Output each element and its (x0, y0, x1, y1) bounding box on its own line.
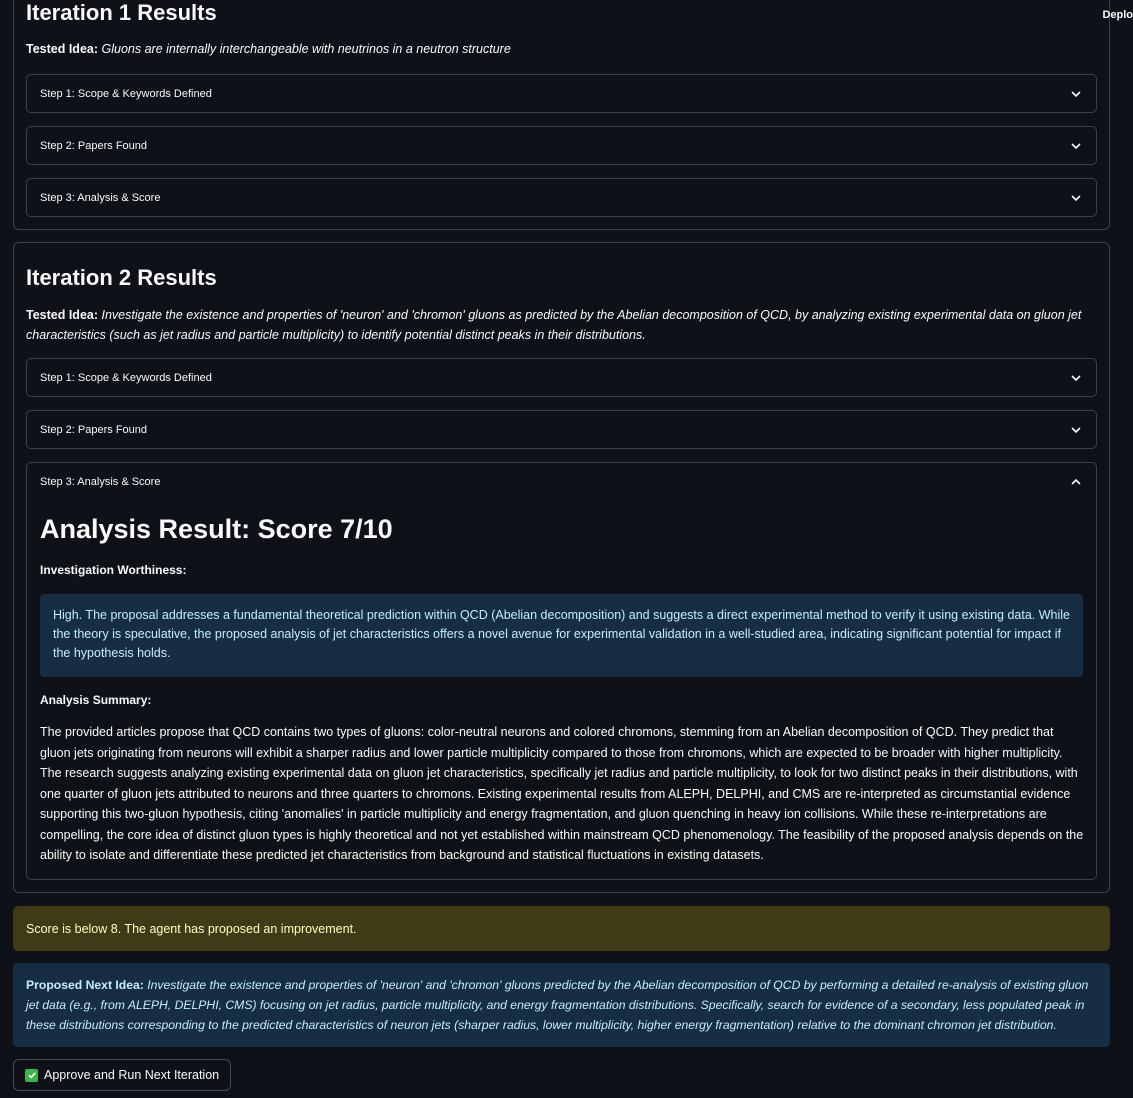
tested-idea-label: Tested Idea: (26, 42, 99, 56)
iteration-2-tested-idea: Tested Idea: Investigate the existence a… (26, 305, 1095, 345)
iteration-2-title: Iteration 2 Results (26, 265, 217, 290)
chevron-down-icon (1071, 142, 1081, 149)
worthiness-label: Investigation Worthiness: (40, 563, 187, 577)
expander-header[interactable]: Step 3: Analysis & Score (27, 179, 1096, 216)
expander-label: Step 3: Analysis & Score (40, 191, 161, 204)
analysis-result-title: Analysis Result: Score 7/10 (40, 514, 393, 544)
approve-button-label: Approve and Run Next Iteration (44, 1068, 220, 1082)
iteration-1-step-3-expander: Step 3: Analysis & Score (26, 178, 1097, 217)
expander-header[interactable]: Step 2: Papers Found (27, 411, 1096, 448)
tested-idea-label: Tested Idea: (26, 308, 99, 322)
worthiness-info-box: High. The proposal addresses a fundament… (40, 594, 1083, 677)
expander-label: Step 1: Scope & Keywords Defined (40, 87, 212, 100)
warning-text: Score is below 8. The agent has proposed… (26, 921, 357, 936)
expander-header[interactable]: Step 3: Analysis & Score (27, 463, 1096, 500)
iteration-1-title: Iteration 1 Results (26, 0, 217, 25)
tested-idea-text: Investigate the existence and properties… (26, 308, 1082, 342)
iteration-1-step-1-expander: Step 1: Scope & Keywords Defined (26, 74, 1097, 113)
expander-label: Step 3: Analysis & Score (40, 475, 161, 488)
chevron-down-icon (1071, 374, 1081, 381)
expander-header[interactable]: Step 1: Scope & Keywords Defined (27, 359, 1096, 396)
tested-idea-text: Gluons are internally interchangeable wi… (101, 42, 511, 56)
iteration-1-container: Iteration 1 Results Tested Idea: Gluons … (13, 0, 1110, 230)
proposed-next-idea-box: Proposed Next Idea: Investigate the exis… (13, 963, 1110, 1047)
expander-label: Step 1: Scope & Keywords Defined (40, 371, 212, 384)
expander-label: Step 2: Papers Found (40, 423, 148, 436)
next-idea-text: Investigate the existence and properties… (26, 978, 1089, 1032)
iteration-2-container: Iteration 2 Results Tested Idea: Investi… (13, 242, 1110, 893)
approve-run-next-button[interactable]: Approve and Run Next Iteration (13, 1059, 232, 1091)
chevron-down-icon (1071, 426, 1081, 433)
expander-label: Step 2: Papers Found (40, 139, 148, 152)
chevron-down-icon (1071, 90, 1081, 97)
analysis-summary-text: The provided articles propose that QCD c… (40, 725, 1084, 862)
iteration-1-tested-idea: Tested Idea: Gluons are internally inter… (26, 39, 1095, 59)
expander-header[interactable]: Step 1: Scope & Keywords Defined (27, 75, 1096, 112)
chevron-up-icon (1071, 478, 1081, 485)
iteration-2-step-3-expander: Step 3: Analysis & Score Analysis Result… (26, 462, 1097, 880)
iteration-1-step-2-expander: Step 2: Papers Found (26, 126, 1097, 165)
expander-header[interactable]: Step 2: Papers Found (27, 127, 1096, 164)
chevron-down-icon (1071, 194, 1081, 201)
iteration-2-step-2-expander: Step 2: Papers Found (26, 410, 1097, 449)
score-warning-alert: Score is below 8. The agent has proposed… (13, 906, 1110, 951)
summary-label: Analysis Summary: (40, 693, 152, 707)
iteration-2-step-1-expander: Step 1: Scope & Keywords Defined (26, 358, 1097, 397)
next-idea-label: Proposed Next Idea: (26, 978, 144, 992)
check-mark-icon (25, 1068, 38, 1082)
